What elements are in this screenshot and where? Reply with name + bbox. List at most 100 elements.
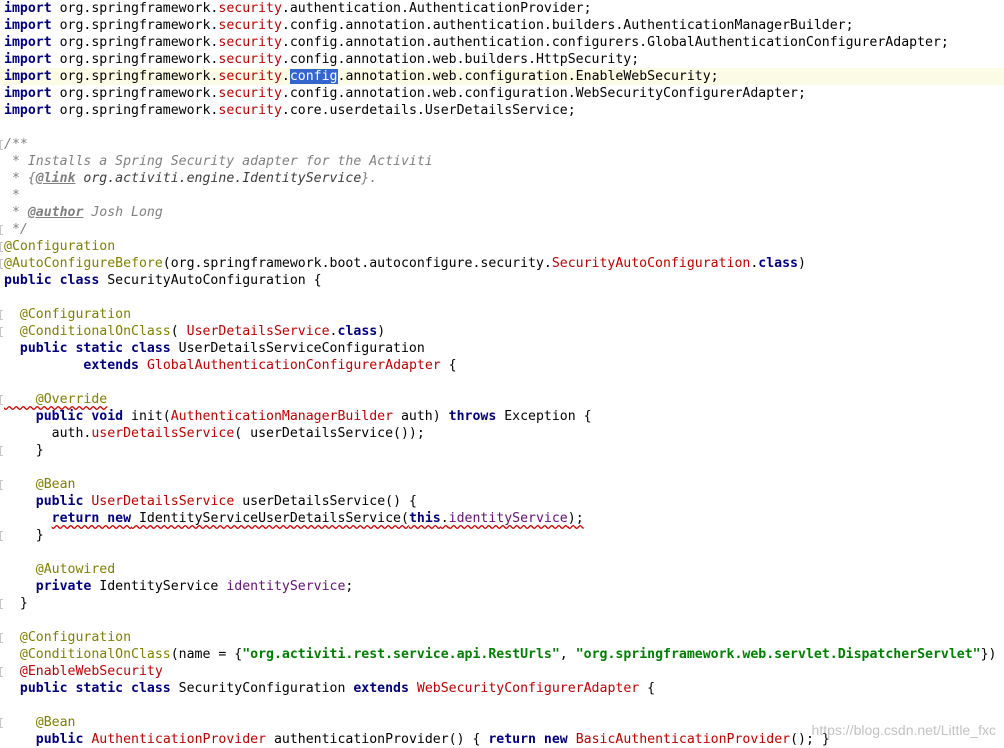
- code-line[interactable]: }: [4, 595, 28, 612]
- code-line[interactable]: * @author Josh Long: [4, 204, 163, 221]
- code-token: IdentityService: [91, 579, 227, 594]
- code-editor[interactable]: import org.springframework. security. auth…: [0, 0, 1004, 748]
- code-token: @Bean: [4, 715, 76, 730]
- fold-marker-icon[interactable]: [0, 395, 3, 405]
- code-line[interactable]: * {@link org.activiti.engine.IdentitySer…: [4, 170, 377, 187]
- code-token: }.: [361, 171, 378, 186]
- code-line[interactable]: import org.springframework.security.conf…: [4, 51, 639, 68]
- code-line[interactable]: import org.springframework.security.conf…: [0, 68, 1004, 85]
- code-line[interactable]: }: [4, 442, 44, 459]
- code-line[interactable]: auth.userDetailsService( userDetailsServ…: [4, 425, 425, 442]
- code-token: @Configuration: [4, 630, 132, 645]
- code-token: extends: [353, 681, 409, 696]
- code-line[interactable]: */: [4, 221, 28, 238]
- code-line[interactable]: return new IdentityServiceUserDetailsSer…: [4, 510, 584, 527]
- code-token: * {: [4, 171, 36, 186]
- code-line[interactable]: @ConditionalOnClass( UserDetailsService.…: [4, 323, 385, 340]
- code-token: }): [980, 647, 997, 662]
- code-token: security: [218, 35, 282, 50]
- code-line[interactable]: *: [4, 187, 20, 204]
- code-line[interactable]: @Bean: [4, 714, 76, 731]
- fold-marker-icon[interactable]: [0, 446, 3, 456]
- code-token: IdentityServiceUserDetailsService(: [131, 511, 409, 526]
- fold-marker-icon[interactable]: [0, 667, 3, 677]
- code-token: this: [408, 511, 441, 526]
- code-line[interactable]: @Configuration: [4, 629, 131, 646]
- code-token: private: [4, 579, 92, 594]
- code-token: org.springframework.: [51, 69, 219, 84]
- code-line[interactable]: @AutoConfigureBefore(org.springframework…: [4, 255, 806, 272]
- code-token: throws: [448, 409, 497, 424]
- code-line[interactable]: import org.springframework.security.core…: [4, 102, 576, 119]
- code-token: public: [4, 494, 84, 509]
- code-line[interactable]: @Configuration: [4, 306, 131, 323]
- fold-marker-icon[interactable]: [0, 310, 3, 320]
- code-token: */: [4, 222, 28, 237]
- fold-marker-icon[interactable]: [0, 140, 3, 150]
- fold-marker-icon[interactable]: [0, 259, 3, 269]
- code-line[interactable]: import org.springframework.security.conf…: [4, 34, 949, 51]
- code-token: "org.activiti.rest.service.api.RestUrls": [242, 647, 560, 662]
- code-line[interactable]: @ConditionalOnClass(name = {"org.activit…: [4, 646, 997, 663]
- fold-marker-icon[interactable]: [0, 480, 3, 490]
- fold-marker-icon[interactable]: [0, 531, 3, 541]
- code-token: auth): [393, 409, 449, 424]
- code-token: org.springframework.: [51, 18, 219, 33]
- code-token: SecurityAutoConfiguration {: [99, 273, 322, 288]
- code-token: import: [4, 35, 52, 50]
- fold-marker-icon[interactable]: [0, 242, 3, 252]
- fold-marker-icon[interactable]: [0, 327, 3, 337]
- code-token: .config.annotation.web.configuration.Web…: [281, 86, 806, 101]
- code-token: security: [218, 86, 282, 101]
- code-token: @Configuration: [4, 307, 132, 322]
- code-token: Exception {: [496, 409, 592, 424]
- code-token: .: [440, 511, 449, 526]
- code-line[interactable]: import org.springframework.security.conf…: [4, 17, 854, 34]
- watermark: https://blog.csdn.net/Little_fxc: [811, 722, 996, 738]
- code-line[interactable]: @Override: [4, 391, 107, 408]
- code-line[interactable]: @Configuration: [4, 238, 115, 255]
- code-token: SecurityConfiguration: [170, 681, 354, 696]
- code-token: @link: [35, 171, 76, 186]
- fold-marker-icon[interactable]: [0, 718, 3, 728]
- code-token: authenticationProvider() {: [266, 732, 489, 747]
- code-line[interactable]: public void init(AuthenticationManagerBu…: [4, 408, 592, 425]
- code-line[interactable]: public static class SecurityConfiguratio…: [4, 680, 655, 697]
- code-token: config: [289, 69, 338, 84]
- code-line[interactable]: /**: [4, 136, 28, 153]
- code-token: .config.annotation.web.builders.HttpSecu…: [281, 52, 640, 67]
- code-token: Josh Long: [83, 205, 163, 220]
- code-line[interactable]: public class SecurityAutoConfiguration {: [4, 272, 322, 289]
- code-line[interactable]: @Bean: [4, 476, 76, 493]
- code-token: security: [218, 52, 282, 67]
- fold-marker-icon[interactable]: [0, 225, 3, 235]
- code-line[interactable]: public static class UserDetailsServiceCo…: [4, 340, 425, 357]
- code-line[interactable]: @Autowired: [4, 561, 115, 578]
- code-token: .annotation.web.configuration.EnableWebS…: [337, 69, 719, 84]
- code-line[interactable]: import org.springframework.security.conf…: [4, 85, 806, 102]
- code-line[interactable]: extends GlobalAuthenticationConfigurerAd…: [4, 357, 457, 374]
- code-token: @author: [27, 205, 84, 220]
- fold-marker-icon[interactable]: [0, 633, 3, 643]
- code-line[interactable]: import org.springframework.security.auth…: [4, 0, 592, 17]
- code-token: @ConditionalOnClass: [4, 647, 171, 662]
- code-token: ): [798, 256, 806, 271]
- code-line[interactable]: @EnableWebSecurity: [4, 663, 163, 680]
- code-token: init(: [123, 409, 171, 424]
- code-token: * Installs a Spring Security adapter for…: [4, 154, 433, 169]
- code-line[interactable]: * Installs a Spring Security adapter for…: [4, 153, 433, 170]
- code-token: import: [4, 86, 52, 101]
- code-token: (: [170, 324, 187, 339]
- fold-marker-icon[interactable]: [0, 599, 3, 609]
- code-line[interactable]: public AuthenticationProvider authentica…: [4, 731, 830, 748]
- code-token: userDetailsService: [91, 426, 235, 441]
- code-token: (name = {: [170, 647, 243, 662]
- code-token: ,: [559, 647, 576, 662]
- code-line[interactable]: }: [4, 527, 44, 544]
- code-token: public: [4, 732, 84, 747]
- code-line[interactable]: private IdentityService identityService;: [4, 578, 354, 595]
- code-token: {: [440, 358, 457, 373]
- code-token: AuthenticationProvider: [91, 732, 267, 747]
- code-line[interactable]: public UserDetailsService userDetailsSer…: [4, 493, 417, 510]
